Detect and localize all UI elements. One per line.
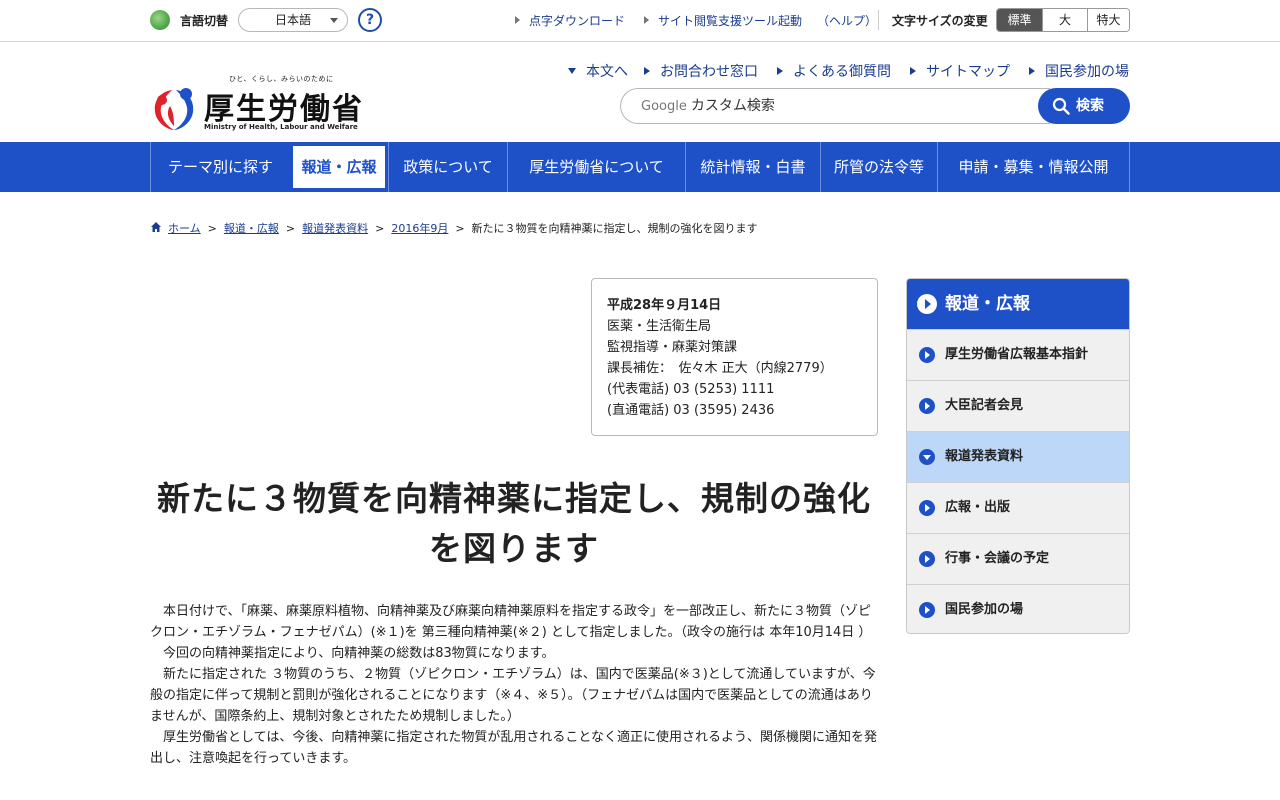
global-nav: テーマ別に探す 報道・広報 政策について 厚生労働省について 統計情報・白書 所… — [0, 142, 1280, 192]
language-select[interactable]: 日本語 — [238, 8, 348, 32]
contact-division: 監視指導・麻薬対策課 — [607, 340, 738, 355]
side-nav-item-label: 厚生労働省広報基本指針 — [945, 347, 1089, 362]
search-input[interactable]: Google カスタム検索 — [620, 88, 1050, 124]
arrow-circle-icon — [919, 347, 935, 363]
breadcrumb: ホーム > 報道・広報 > 報道発表資料 >2016年9月 > 新たに３物質を向精神薬に指定し… — [150, 220, 758, 236]
article-paragraph: 今回の向精神薬指定により、向精神薬の総数は83物質になります。 — [163, 646, 555, 661]
gnav-policy[interactable]: 政策について — [388, 142, 507, 192]
page-title: 新たに３物質を向精神薬に指定し、規制の強化を図ります — [157, 479, 871, 568]
side-nav-item-press-conference[interactable]: 大臣記者会見 — [907, 380, 1129, 431]
release-date: 平成28年９月14日 — [607, 298, 722, 313]
font-size-label: 文字サイズの変更 — [892, 14, 988, 28]
contact-bureau: 医薬・生活衛生局 — [607, 319, 712, 334]
side-nav-item-events[interactable]: 行事・会議の予定 — [907, 533, 1129, 584]
arrow-circle-icon — [919, 398, 935, 414]
braille-download-link[interactable]: 点字ダウンロード — [515, 12, 625, 29]
search-button-label: 検索 — [1076, 98, 1104, 114]
gnav-applications[interactable]: 申請・募集・情報公開 — [937, 142, 1130, 192]
public-participation-link[interactable]: 国民参加の場 — [1029, 61, 1129, 81]
skip-to-content-link[interactable]: 本文へ — [568, 61, 628, 81]
logo-english-name: Ministry of Health, Labour and Welfare — [204, 123, 358, 131]
chevron-down-icon — [330, 18, 338, 23]
side-nav: 報道・広報 厚生労働省広報基本指針 大臣記者会見 報道発表資料 広報・出版 行事… — [906, 278, 1130, 634]
font-size-xlarge-button[interactable]: 特大 — [1087, 9, 1129, 31]
search-icon — [1052, 97, 1070, 115]
article-paragraph: 新たに指定された ３物質のうち、２物質（ゾピクロン・エチゾラム）は、国内で医薬品… — [150, 667, 876, 724]
arrow-circle-icon — [919, 500, 935, 516]
gnav-laws[interactable]: 所管の法令等 — [820, 142, 937, 192]
language-select-value: 日本語 — [275, 13, 312, 27]
contact-link[interactable]: お問合わせ窓口 — [644, 61, 758, 81]
contact-person: 課長補佐： 佐々木 正大（内線2779） — [607, 361, 833, 376]
side-nav-item-pr-policy[interactable]: 厚生労働省広報基本指針 — [907, 329, 1129, 380]
arrow-circle-icon — [919, 551, 935, 567]
globe-icon — [150, 10, 170, 30]
sitemap-link[interactable]: サイトマップ — [910, 61, 1010, 81]
home-icon — [151, 222, 161, 232]
article-body: 本日付けで、「麻薬、麻薬原料植物、向精神薬及び麻薬向精神薬原料を指定する政令」を… — [150, 601, 880, 769]
font-size-large-button[interactable]: 大 — [1042, 9, 1087, 31]
logo-tagline: ひと、くらし、みらいのために — [229, 75, 334, 83]
breadcrumb-home[interactable]: ホーム — [168, 222, 201, 235]
divider — [878, 10, 879, 30]
help-link[interactable]: （ヘルプ） — [817, 12, 877, 29]
side-nav-item-label: 大臣記者会見 — [945, 398, 1024, 413]
gnav-theme[interactable]: テーマ別に探す — [150, 142, 290, 192]
contact-direct-phone: (直通電話) 03 (3595) 2436 — [607, 403, 775, 418]
arrow-circle-down-icon — [919, 449, 935, 465]
side-nav-item-publications[interactable]: 広報・出版 — [907, 482, 1129, 533]
side-nav-item-label: 報道発表資料 — [945, 449, 1024, 464]
breadcrumb-press[interactable]: 報道・広報 — [224, 222, 279, 235]
mhlw-logo-icon[interactable] — [150, 80, 198, 132]
side-nav-heading-label: 報道・広報 — [945, 294, 1030, 314]
gnav-about[interactable]: 厚生労働省について — [507, 142, 685, 192]
gnav-statistics[interactable]: 統計情報・白書 — [685, 142, 820, 192]
side-nav-item-label: 行事・会議の予定 — [945, 551, 1050, 566]
article-paragraph: 厚生労働省としては、今後、向精神薬に指定された物質が乱用されることなく適正に使用… — [150, 730, 877, 766]
side-nav-item-participation[interactable]: 国民参加の場 — [907, 584, 1129, 633]
search-brand: Google — [641, 99, 687, 114]
font-size-standard-button[interactable]: 標準 — [997, 9, 1042, 31]
contact-main-phone: (代表電話) 03 (5253) 1111 — [607, 382, 775, 397]
logo-name[interactable]: 厚生労働省 — [204, 84, 364, 128]
side-nav-item-label: 広報・出版 — [945, 500, 1011, 515]
breadcrumb-current: 新たに３物質を向精神薬に指定し、規制の強化を図ります — [471, 222, 758, 235]
side-nav-heading[interactable]: 報道・広報 — [907, 279, 1129, 329]
search-placeholder: カスタム検索 — [690, 98, 775, 114]
arrow-circle-icon — [919, 602, 935, 618]
search-button[interactable]: 検索 — [1038, 88, 1130, 124]
arrow-circle-icon — [917, 294, 937, 314]
gnav-press[interactable]: 報道・広報 — [291, 144, 387, 190]
side-nav-item-label: 国民参加の場 — [945, 602, 1024, 617]
breadcrumb-month[interactable]: 2016年9月 — [391, 222, 448, 235]
side-nav-item-press-releases[interactable]: 報道発表資料 — [907, 431, 1129, 482]
help-icon[interactable]: ? — [358, 8, 382, 32]
utility-bar: 言語切替 日本語 ? 点字ダウンロード サイト閲覧支援ツール起動 （ヘルプ） 文… — [0, 0, 1280, 42]
font-size-group: 標準 大 特大 — [996, 8, 1130, 32]
language-label: 言語切替 — [180, 14, 229, 28]
breadcrumb-press-releases[interactable]: 報道発表資料 — [302, 222, 368, 235]
contact-info-box: 平成28年９月14日 医薬・生活衛生局 監視指導・麻薬対策課 課長補佐： 佐々木… — [591, 278, 878, 436]
faq-link[interactable]: よくある御質問 — [777, 61, 891, 81]
accessibility-tool-link[interactable]: サイト閲覧支援ツール起動 — [644, 12, 802, 29]
article-paragraph: 本日付けで、「麻薬、麻薬原料植物、向精神薬及び麻薬向精神薬原料を指定する政令」を… — [150, 604, 872, 640]
